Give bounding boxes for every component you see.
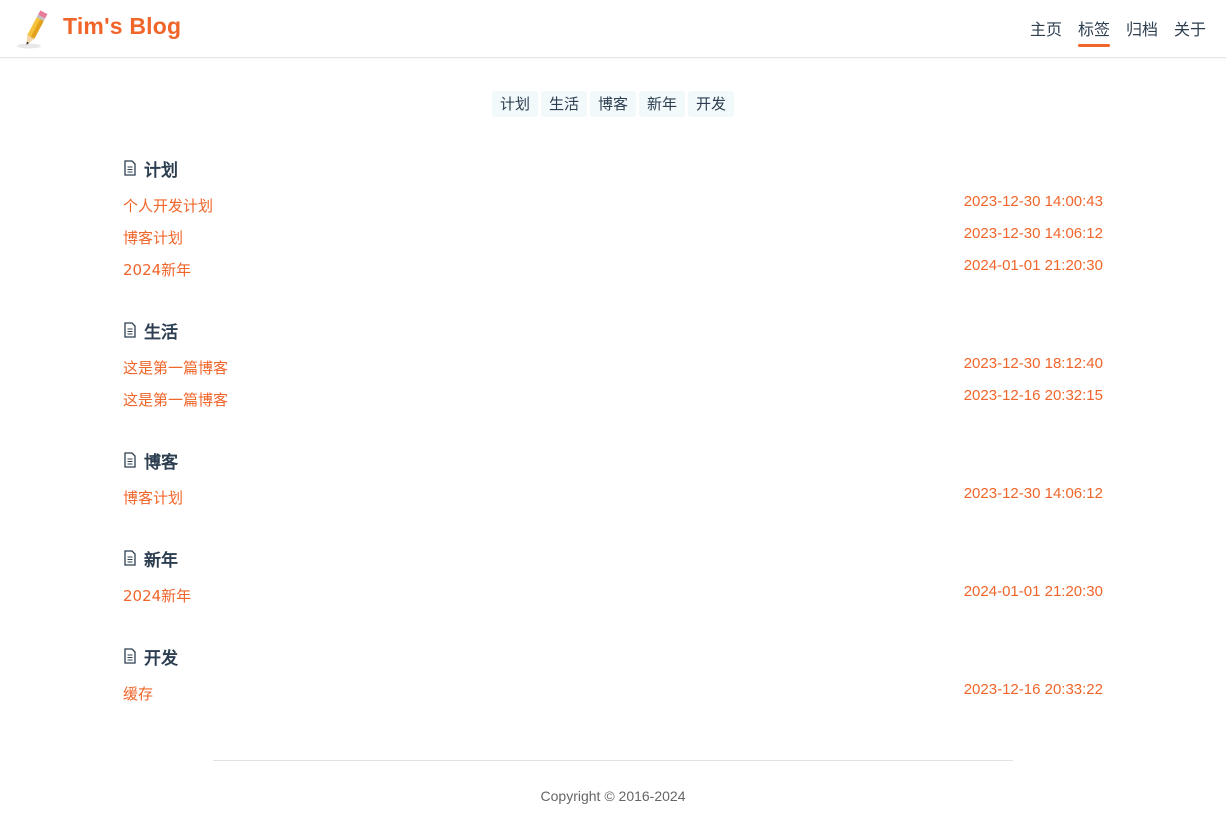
document-icon <box>124 550 136 566</box>
document-icon <box>124 160 136 176</box>
post-link[interactable]: 博客计划 <box>123 487 183 508</box>
post-link[interactable]: 博客计划 <box>123 227 183 248</box>
post-row: 博客计划 2023-12-30 14:06:12 <box>123 220 1103 252</box>
tag-section-blog: 博客 博客计划 2023-12-30 14:06:12 <box>123 448 1103 512</box>
post-row: 这是第一篇博客 2023-12-16 20:32:15 <box>123 382 1103 414</box>
tag-section-newyear: 新年 2024新年 2024-01-01 21:20:30 <box>123 546 1103 610</box>
nav-about[interactable]: 关于 <box>1174 16 1206 44</box>
post-row: 2024新年 2024-01-01 21:20:30 <box>123 252 1103 284</box>
post-date: 2024-01-01 21:20:30 <box>963 257 1103 274</box>
tag-section-dev: 开发 缓存 2023-12-16 20:33:22 <box>123 644 1103 708</box>
section-header: 博客 <box>123 448 1103 473</box>
post-link[interactable]: 缓存 <box>123 683 153 704</box>
document-icon <box>124 452 136 468</box>
section-title: 博客 <box>144 452 178 473</box>
post-date: 2023-12-30 14:06:12 <box>963 225 1103 242</box>
section-header: 生活 <box>123 318 1103 343</box>
post-date: 2023-12-30 14:00:43 <box>963 193 1103 210</box>
post-date: 2023-12-30 18:12:40 <box>963 355 1103 372</box>
post-link[interactable]: 这是第一篇博客 <box>123 389 228 410</box>
section-header: 计划 <box>123 156 1103 181</box>
site-title[interactable]: Tim's Blog <box>63 13 181 40</box>
post-link[interactable]: 2024新年 <box>123 585 191 606</box>
pencil-icon[interactable] <box>14 8 56 50</box>
post-row: 个人开发计划 2023-12-30 14:00:43 <box>123 188 1103 220</box>
post-date: 2023-12-30 14:06:12 <box>963 485 1103 502</box>
document-icon <box>124 648 136 664</box>
section-title: 计划 <box>144 160 178 181</box>
post-link[interactable]: 2024新年 <box>123 259 191 280</box>
section-header: 开发 <box>123 644 1103 669</box>
tag-chip-plan[interactable]: 计划 <box>491 91 538 117</box>
section-header: 新年 <box>123 546 1103 571</box>
footer-divider <box>213 760 1013 761</box>
nav-home[interactable]: 主页 <box>1030 16 1062 44</box>
post-date: 2023-12-16 20:32:15 <box>963 387 1103 404</box>
nav-archive[interactable]: 归档 <box>1126 16 1158 44</box>
section-title: 开发 <box>144 648 178 669</box>
site-header: Tim's Blog 主页 标签 归档 关于 <box>0 0 1226 58</box>
post-row: 2024新年 2024-01-01 21:20:30 <box>123 578 1103 610</box>
post-link[interactable]: 个人开发计划 <box>123 195 213 216</box>
tag-chip-newyear[interactable]: 新年 <box>639 91 686 117</box>
tag-chip-blog[interactable]: 博客 <box>589 91 636 117</box>
post-row: 这是第一篇博客 2023-12-30 18:12:40 <box>123 350 1103 382</box>
tag-section-plan: 计划 个人开发计划 2023-12-30 14:00:43 博客计划 2023-… <box>123 156 1103 284</box>
post-date: 2023-12-16 20:33:22 <box>963 681 1103 698</box>
post-link[interactable]: 这是第一篇博客 <box>123 357 228 378</box>
tag-chip-life[interactable]: 生活 <box>540 91 587 117</box>
footer-copyright: Copyright © 2016-2024 <box>540 788 686 804</box>
nav-tags[interactable]: 标签 <box>1077 16 1110 47</box>
section-title: 生活 <box>144 322 178 343</box>
tag-section-life: 生活 这是第一篇博客 2023-12-30 18:12:40 这是第一篇博客 2… <box>123 318 1103 414</box>
post-row: 缓存 2023-12-16 20:33:22 <box>123 676 1103 708</box>
tag-cloud: 计划 生活 博客 新年 开发 <box>0 91 1226 117</box>
section-title: 新年 <box>144 550 178 571</box>
post-date: 2024-01-01 21:20:30 <box>963 583 1103 600</box>
post-row: 博客计划 2023-12-30 14:06:12 <box>123 480 1103 512</box>
tag-chip-dev[interactable]: 开发 <box>688 91 735 117</box>
document-icon <box>124 322 136 338</box>
main-nav: 主页 标签 归档 关于 <box>1030 16 1206 47</box>
